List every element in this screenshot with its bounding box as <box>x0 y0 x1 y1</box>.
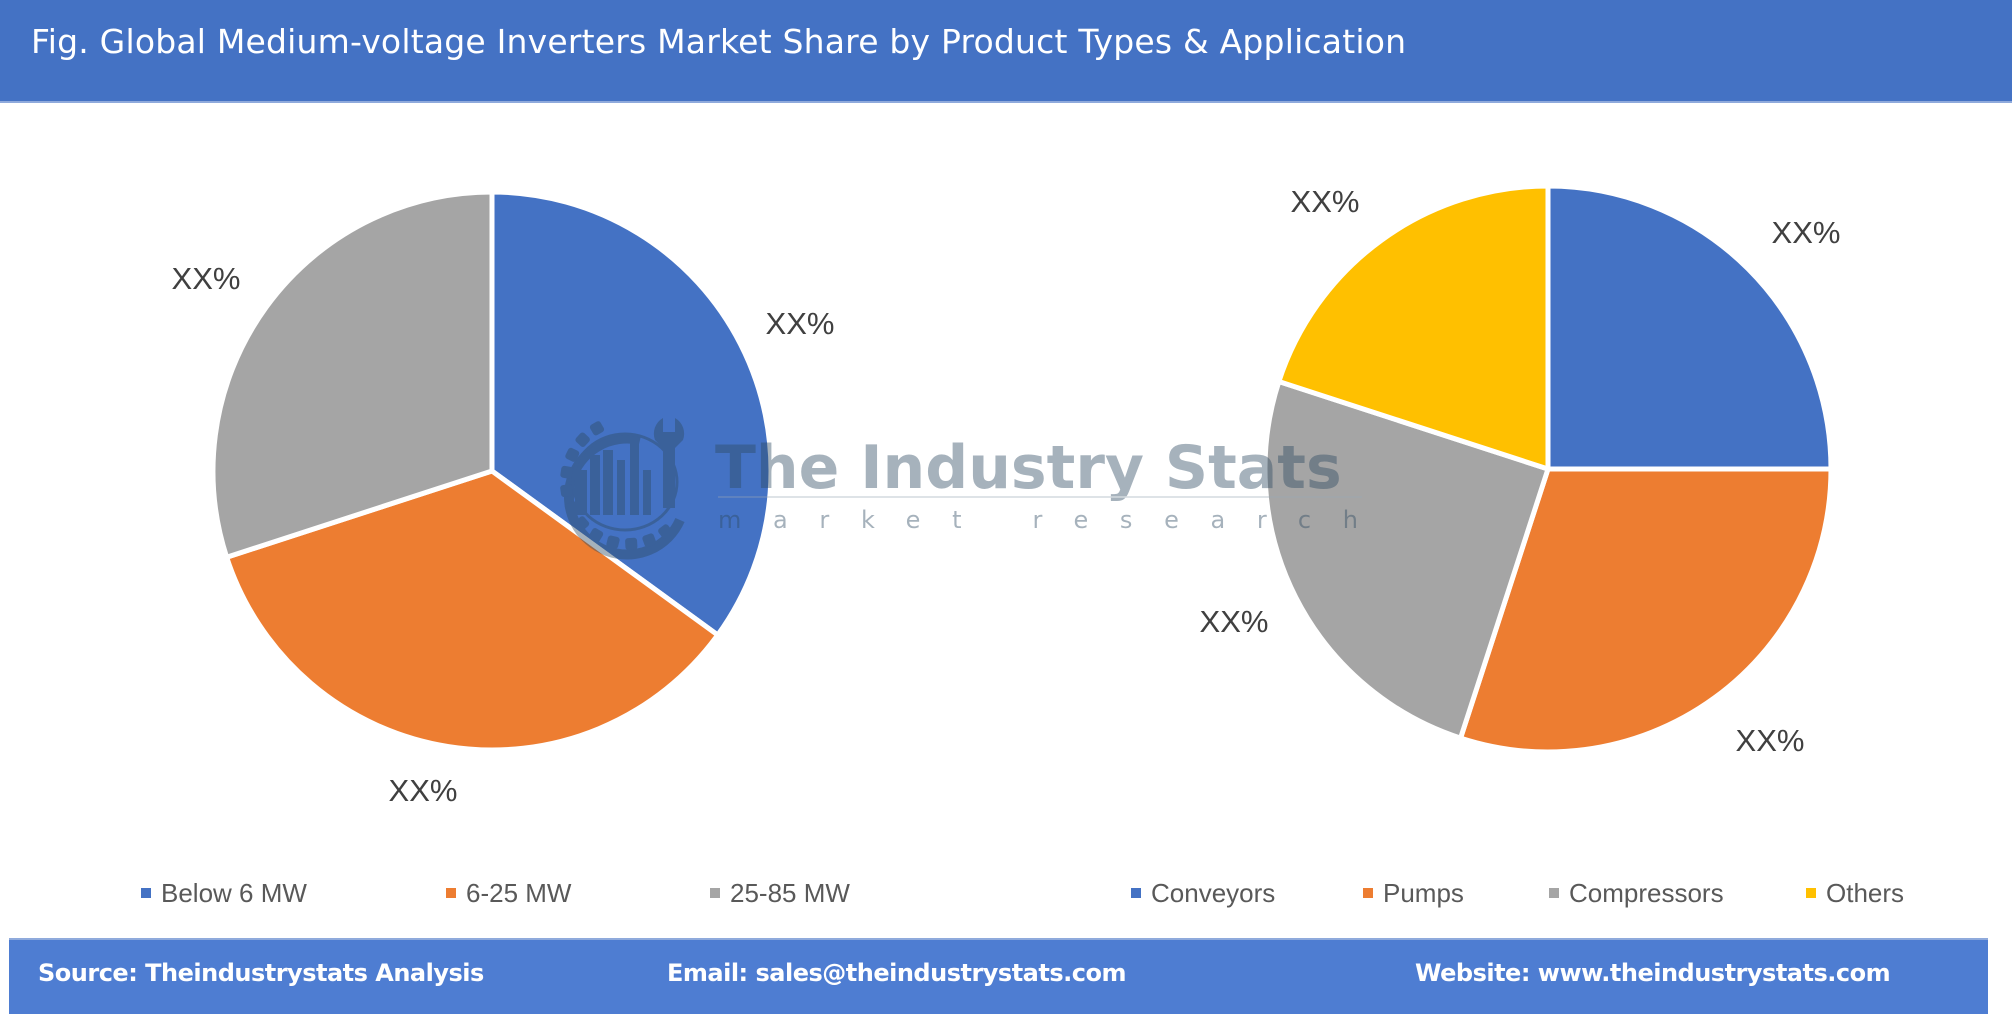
legend-marker <box>141 888 151 898</box>
charts-canvas: XX% XX% XX% XX% XX% XX% XX% The Industry Stat… <box>141 183 1904 908</box>
legend-item-others[interactable]: Others <box>1806 878 1904 908</box>
legend-label: 6-25 MW <box>466 878 572 908</box>
legend-application: Conveyors Pumps Compressors Others <box>1131 878 1904 908</box>
footer-bar: Source: Theindustrystats Analysis Email:… <box>9 938 1988 1014</box>
watermark-title: The Industry Stats <box>715 433 1342 503</box>
data-label-compressors: XX% <box>1200 604 1269 639</box>
legend-item-conveyors[interactable]: Conveyors <box>1131 878 1275 908</box>
legend-item-pumps[interactable]: Pumps <box>1363 878 1464 908</box>
legend-label: Compressors <box>1569 878 1724 908</box>
footer-email[interactable]: Email: sales@theindustrystats.com <box>667 959 1126 987</box>
legend-marker <box>1806 888 1816 898</box>
legend-label: Pumps <box>1383 878 1464 908</box>
legend-marker <box>1131 888 1141 898</box>
data-label-pumps: XX% <box>1736 723 1805 758</box>
data-label-below-6-mw: XX% <box>766 306 835 341</box>
footer-website[interactable]: Website: www.theindustrystats.com <box>1415 959 1891 987</box>
legend-marker <box>1363 888 1373 898</box>
legend-marker <box>1549 888 1559 898</box>
data-label-conveyors: XX% <box>1772 215 1841 250</box>
data-label-others: XX% <box>1291 184 1360 219</box>
legend-marker <box>446 888 456 898</box>
legend-label: Others <box>1826 878 1904 908</box>
legend-marker <box>710 888 720 898</box>
data-label-6-25-mw: XX% <box>389 773 458 808</box>
legend-item-below-6-mw[interactable]: Below 6 MW <box>141 878 307 908</box>
legend-label: Below 6 MW <box>161 878 307 908</box>
legend-item-25-85-mw[interactable]: 25-85 MW <box>710 878 850 908</box>
legend-item-compressors[interactable]: Compressors <box>1549 878 1724 908</box>
data-label-25-85-mw: XX% <box>172 261 241 296</box>
legend-product-types: Below 6 MW 6-25 MW 25-85 MW <box>141 878 850 908</box>
watermark-subtitle: market research <box>718 506 1358 534</box>
legend-item-6-25-mw[interactable]: 6-25 MW <box>446 878 572 908</box>
legend-label: 25-85 MW <box>730 878 850 908</box>
legend-label: Conveyors <box>1151 878 1275 908</box>
footer-source: Source: Theindustrystats Analysis <box>38 959 484 987</box>
